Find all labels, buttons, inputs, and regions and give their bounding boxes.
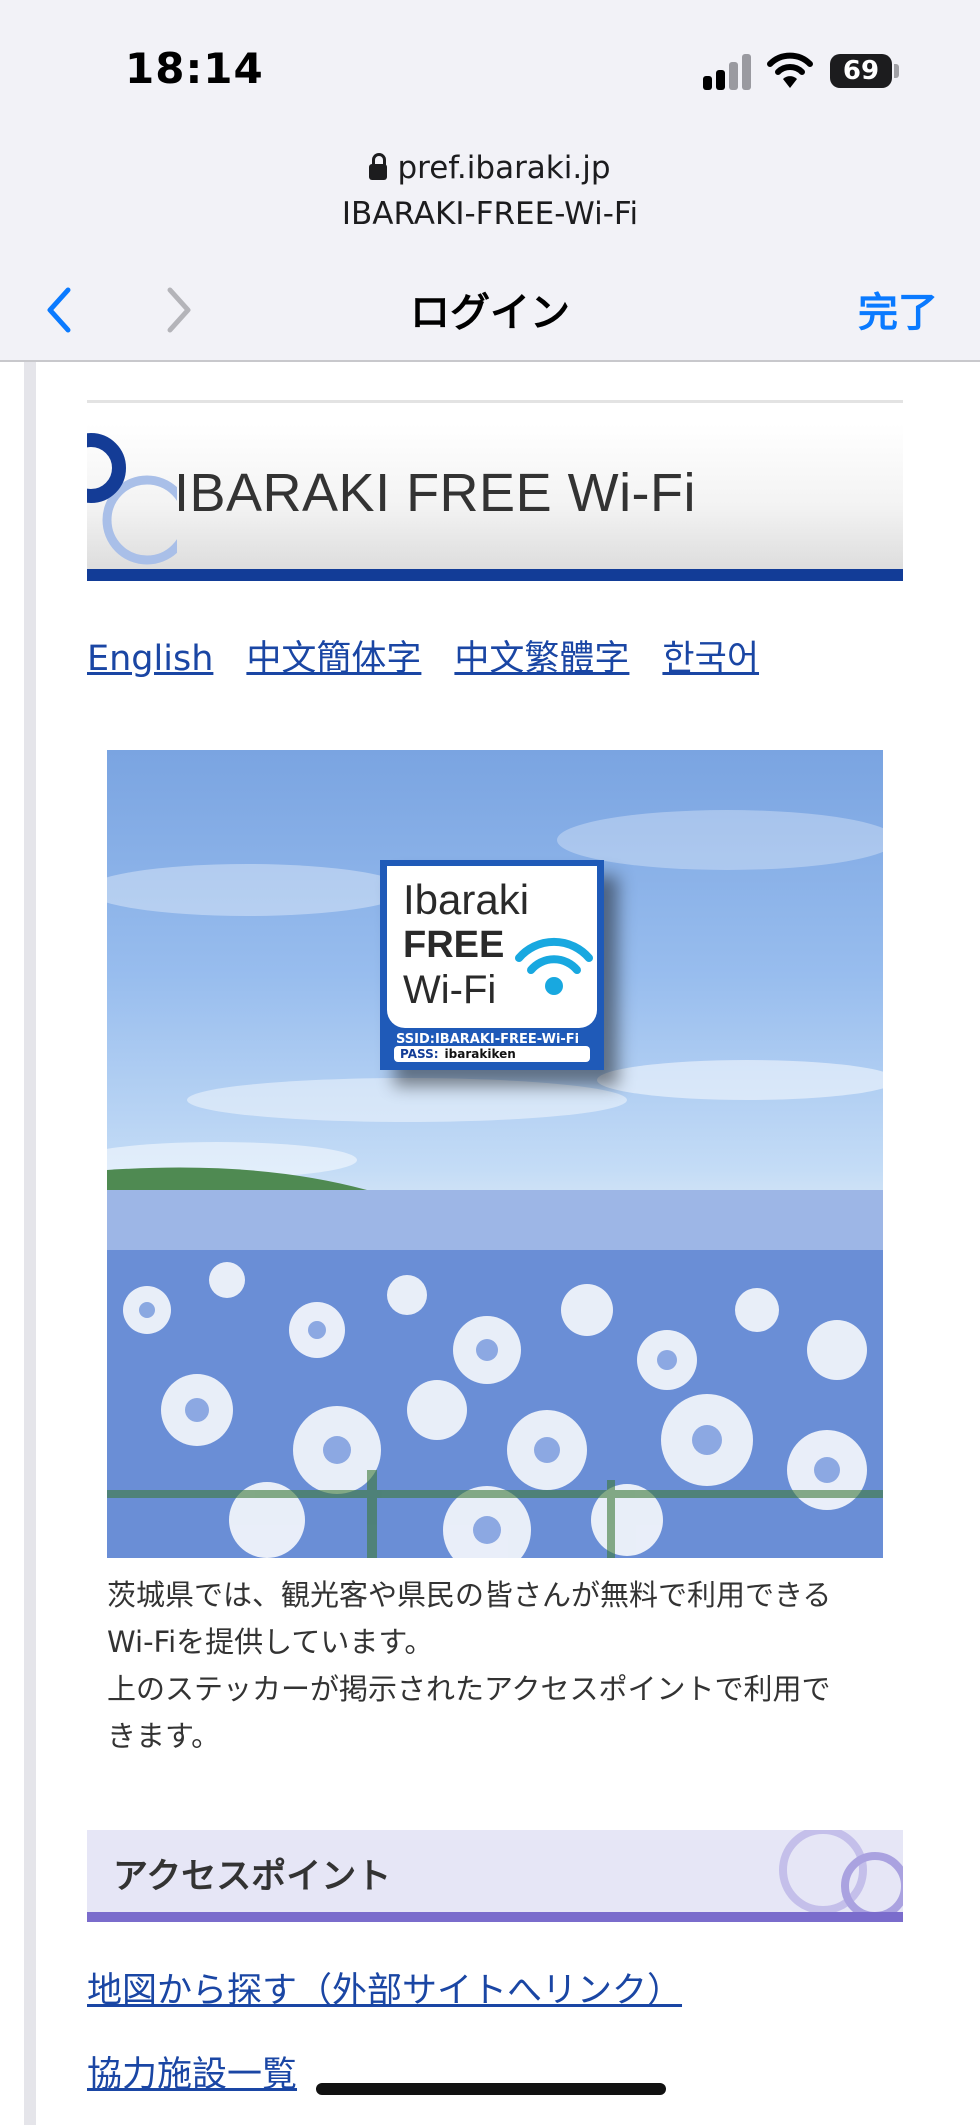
sticker-face: Ibaraki FREE Wi-Fi <box>387 866 597 1028</box>
home-indicator[interactable] <box>316 2083 666 2095</box>
nav-title: ログイン <box>410 290 570 336</box>
hero-image: Ibaraki FREE Wi-Fi SSID:IBARAKI-FREE-Wi-… <box>107 750 883 1558</box>
lang-link-simplified-chinese[interactable]: 中文簡体字 <box>246 639 421 679</box>
sticker-pass-value: ibarakiken <box>444 1047 516 1061</box>
wifi-icon <box>515 937 593 995</box>
cellular-signal-icon <box>703 52 753 90</box>
access-point-section-header: アクセスポイント <box>87 1830 903 1912</box>
page-title: IBARAKI-FREE-Wi-Fi <box>341 196 639 232</box>
lang-link-korean[interactable]: 한국어 <box>662 639 759 679</box>
side-border <box>24 362 36 2125</box>
description-line-3: 上のステッカーが掲示されたアクセスポイントで利用で <box>107 1672 831 1706</box>
section-underline <box>87 1912 903 1922</box>
domain-row: pref.ibaraki.jp <box>0 150 980 186</box>
web-content: IBARAKI FREE Wi-Fi English 中文簡体字 中文繁體字 한국어 <box>0 362 980 2125</box>
sticker-pass: PASS: ibarakiken <box>394 1046 590 1062</box>
sticker-line-1: Ibaraki <box>403 876 530 923</box>
header-underline <box>87 569 903 581</box>
site-title: IBARAKI FREE Wi-Fi <box>174 463 697 523</box>
map-search-link[interactable]: 地図から探す（外部サイトへリンク） <box>87 1962 682 2013</box>
facility-list-link[interactable]: 協力施設一覧 <box>87 2046 297 2097</box>
sticker-line-3: Wi-Fi <box>403 968 497 1012</box>
status-time: 18:14 <box>125 44 264 93</box>
page-domain: pref.ibaraki.jp <box>397 150 611 186</box>
top-divider <box>87 400 903 403</box>
lang-link-traditional-chinese[interactable]: 中文繁體字 <box>454 639 629 679</box>
back-chevron-icon[interactable] <box>40 282 80 338</box>
description-line-4: きます。 <box>107 1719 221 1753</box>
battery-tip <box>894 64 899 78</box>
sticker-ssid: SSID:IBARAKI-FREE-Wi-Fi <box>396 1032 580 1047</box>
sticker-pass-label: PASS: <box>400 1047 439 1061</box>
sticker-line-2: FREE <box>403 924 505 966</box>
battery-indicator: 69 <box>830 54 892 88</box>
status-bar: 18:14 69 <box>0 0 980 130</box>
done-button[interactable]: 完了 <box>858 280 938 338</box>
address-area[interactable]: pref.ibaraki.jp IBARAKI-FREE-Wi-Fi <box>0 150 980 232</box>
forward-chevron-icon[interactable] <box>158 282 198 338</box>
description-text: 茨城県では、観光客や県民の皆さんが無料で利用できる Wi-Fiを提供しています。… <box>107 1572 883 1760</box>
section-title: アクセスポイント <box>113 1857 392 1897</box>
description-line-2: Wi-Fiを提供しています。 <box>107 1625 434 1659</box>
description-line-1: 茨城県では、観光客や県民の皆さんが無料で利用できる <box>107 1578 832 1612</box>
wifi-status-icon <box>767 52 813 88</box>
section-ring-decoration-icon <box>779 1830 903 1912</box>
navigation-bar: ログイン 完了 <box>0 262 980 362</box>
lang-link-english[interactable]: English <box>87 639 213 679</box>
wifi-sticker: Ibaraki FREE Wi-Fi SSID:IBARAKI-FREE-Wi-… <box>380 860 604 1070</box>
site-header: IBARAKI FREE Wi-Fi <box>87 424 903 572</box>
header-ring-logo-icon <box>87 433 177 565</box>
language-links: English 中文簡体字 中文繁體字 한국어 <box>87 630 792 681</box>
lock-icon <box>369 153 388 180</box>
